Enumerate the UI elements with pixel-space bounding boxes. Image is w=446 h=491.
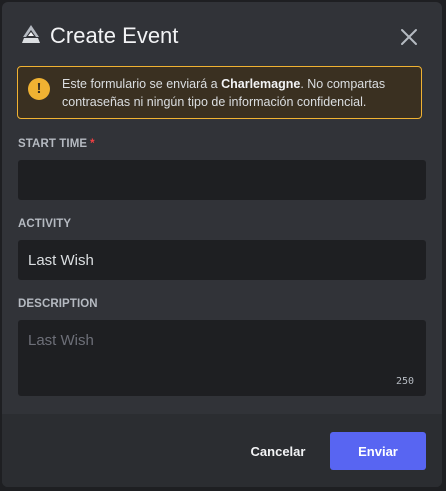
start-time-input[interactable] <box>18 160 426 200</box>
dialog-header: Create Event <box>2 2 442 68</box>
character-counter: 250 <box>395 376 414 387</box>
app-icon <box>22 25 40 43</box>
description-input[interactable] <box>18 320 426 396</box>
activity-input[interactable] <box>18 240 426 280</box>
warning-target: Charlemagne <box>221 77 301 91</box>
cancel-button[interactable]: Cancelar <box>242 432 314 470</box>
dialog-title: Create Event <box>50 23 179 48</box>
description-label: DESCRIPTION <box>18 298 98 310</box>
warning-banner: ! Este formulario se enviará a Charlemag… <box>17 66 422 119</box>
dialog-footer: Cancelar Enviar <box>2 414 442 487</box>
activity-label: ACTIVITY <box>18 218 72 230</box>
create-event-dialog: Create Event ! Este formulario se enviar… <box>2 2 442 487</box>
warning-text-before: Este formulario se enviará a <box>62 77 222 91</box>
start-time-label: START TIME * <box>18 138 95 150</box>
close-icon[interactable] <box>398 26 420 48</box>
exclamation-icon: ! <box>28 78 50 100</box>
submit-button[interactable]: Enviar <box>330 432 426 470</box>
warning-text: Este formulario se enviará a Charlemagne… <box>62 75 417 111</box>
start-time-label-text: START TIME <box>18 138 88 150</box>
required-mark: * <box>90 138 95 150</box>
